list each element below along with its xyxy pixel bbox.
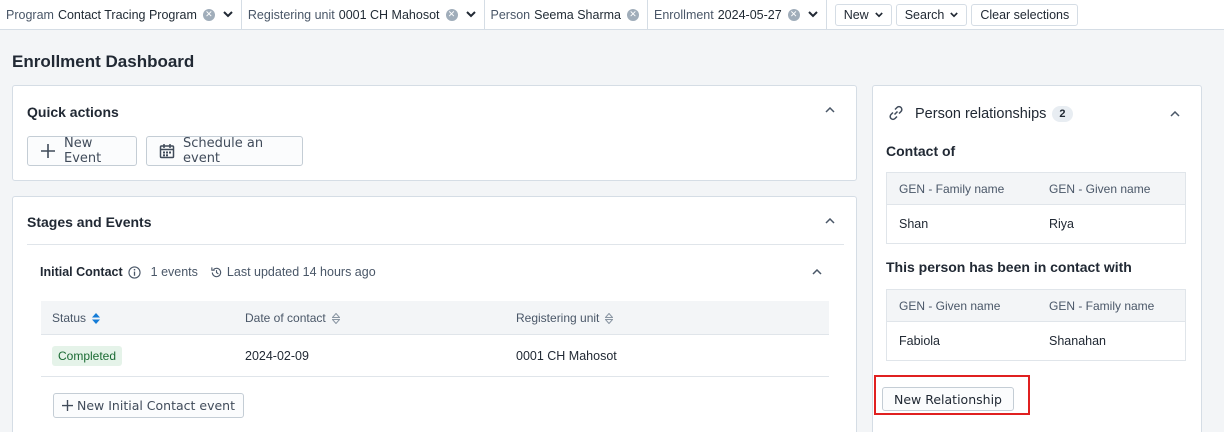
topbar-actions: New Search Clear selections (827, 3, 1079, 26)
table-row[interactable]: Fabiola Shanahan (887, 322, 1185, 360)
registering-unit-selector[interactable]: Registering unit 0001 CH Mahosot ✕ (242, 0, 485, 30)
stages-events-title: Stages and Events (27, 214, 152, 230)
schedule-event-button[interactable]: Schedule an event (146, 136, 303, 166)
person-label: Person (490, 7, 531, 22)
clear-enrollment-icon[interactable]: ✕ (787, 8, 800, 21)
collapse-stage-icon[interactable] (812, 269, 822, 275)
column-header-registering-unit[interactable]: Registering unit (516, 310, 614, 325)
quick-actions-card: Quick actions New Event Schedule an even… (12, 85, 857, 181)
in-contact-with-table-header: GEN - Given name GEN - Family name (887, 290, 1185, 322)
registering-unit-label: Registering unit (247, 7, 335, 22)
link-icon (889, 105, 903, 121)
plus-icon (41, 144, 55, 158)
stages-divider (27, 244, 844, 245)
new-event-label: New Event (64, 136, 102, 166)
collapse-relationships-icon[interactable] (1170, 111, 1180, 117)
contact-of-table-header: GEN - Family name GEN - Given name (887, 173, 1185, 205)
contact-of-table: GEN - Family name GEN - Given name Shan … (886, 172, 1186, 244)
table-row[interactable]: Shan Riya (887, 205, 1185, 243)
chevron-down-icon[interactable] (807, 11, 818, 18)
status-header-label: Status (52, 310, 87, 325)
status-badge: Completed (52, 345, 123, 366)
enrollment-label: Enrollment (653, 7, 714, 22)
event-date: 2024-02-09 (245, 348, 309, 363)
collapse-quick-actions-icon[interactable] (825, 107, 835, 113)
info-icon[interactable] (128, 265, 141, 279)
sort-active-icon[interactable] (92, 312, 101, 324)
schedule-event-label: Schedule an event (183, 136, 264, 166)
new-event-button[interactable]: New Event (27, 136, 137, 166)
date-header-label: Date of contact (245, 310, 326, 325)
chevron-down-icon (874, 11, 883, 17)
calendar-icon (159, 144, 175, 159)
collapse-stages-icon[interactable] (825, 218, 835, 224)
clear-person-icon[interactable]: ✕ (626, 8, 639, 21)
new-relationship-button[interactable]: New Relationship (882, 387, 1014, 411)
events-table-header: Status Date of contact Registering unit (41, 301, 829, 335)
search-button-label: Search (904, 7, 945, 22)
chevron-down-icon[interactable] (465, 11, 476, 18)
stage-name: Initial Contact (40, 265, 123, 279)
clear-selections-button[interactable]: Clear selections (971, 3, 1079, 26)
stage-last-updated: Last updated 14 hours ago (226, 265, 376, 279)
sort-icon[interactable] (605, 312, 614, 324)
contact-of-title: Contact of (886, 143, 956, 159)
person-relationships-label: Person relationships (915, 106, 1047, 122)
history-icon (211, 266, 222, 277)
new-button-label: New (843, 7, 869, 22)
page-title: Enrollment Dashboard (12, 52, 195, 71)
plus-icon (62, 400, 73, 411)
relationship-given-name: Riya (1049, 217, 1075, 231)
context-selection-bar: Program Contact Tracing Program ✕ Regist… (0, 0, 1224, 30)
new-initial-contact-event-button[interactable]: New Initial Contact event (53, 393, 245, 418)
relationship-family-name: Shanahan (1049, 334, 1107, 348)
program-selector[interactable]: Program Contact Tracing Program ✕ (0, 0, 242, 30)
program-value: Contact Tracing Program (57, 7, 197, 22)
in-contact-with-title: This person has been in contact with (886, 259, 1132, 275)
registering-unit-value: 0001 CH Mahosot (338, 7, 440, 22)
quick-actions-title: Quick actions (27, 104, 119, 120)
chevron-down-icon (950, 11, 959, 17)
column-header-given-name: GEN - Given name (1049, 181, 1151, 196)
table-row[interactable]: Completed 2024-02-09 0001 CH Mahosot (41, 335, 829, 377)
program-label: Program (6, 7, 54, 22)
person-relationships-title: Person relationships 2 (915, 106, 1073, 122)
column-header-date-of-contact[interactable]: Date of contact (245, 311, 340, 325)
sort-icon[interactable] (331, 312, 340, 324)
stage-header-initial-contact: Initial Contact 1 events Last updated 14… (40, 265, 376, 279)
enrollment-value: 2024-05-27 (717, 7, 782, 22)
relationship-given-name: Fabiola (899, 334, 940, 348)
person-selector[interactable]: Person Seema Sharma ✕ (485, 0, 648, 30)
event-registering-unit: 0001 CH Mahosot (516, 348, 617, 363)
relationship-family-name: Shan (899, 217, 929, 231)
new-button[interactable]: New (834, 3, 892, 26)
column-header-status[interactable]: Status (52, 310, 101, 325)
column-header-family-name: GEN - Family name (899, 181, 1005, 196)
new-initial-contact-event-label: New Initial Contact event (77, 398, 236, 413)
enrollment-selector[interactable]: Enrollment 2024-05-27 ✕ (648, 0, 827, 30)
person-value: Seema Sharma (534, 7, 621, 22)
column-header-given-name: GEN - Given name (899, 298, 1001, 313)
relationships-count-badge: 2 (1052, 106, 1073, 122)
search-button[interactable]: Search (895, 3, 968, 26)
unit-header-label: Registering unit (516, 310, 600, 325)
column-header-family-name: GEN - Family name (1049, 298, 1155, 313)
events-table: Status Date of contact Registering unit … (41, 301, 829, 377)
chevron-down-icon[interactable] (223, 11, 233, 18)
in-contact-with-table: GEN - Given name GEN - Family name Fabio… (886, 289, 1186, 361)
clear-registering-unit-icon[interactable]: ✕ (445, 8, 458, 21)
clear-program-icon[interactable]: ✕ (202, 8, 215, 21)
stage-events-count: 1 events (150, 265, 198, 279)
